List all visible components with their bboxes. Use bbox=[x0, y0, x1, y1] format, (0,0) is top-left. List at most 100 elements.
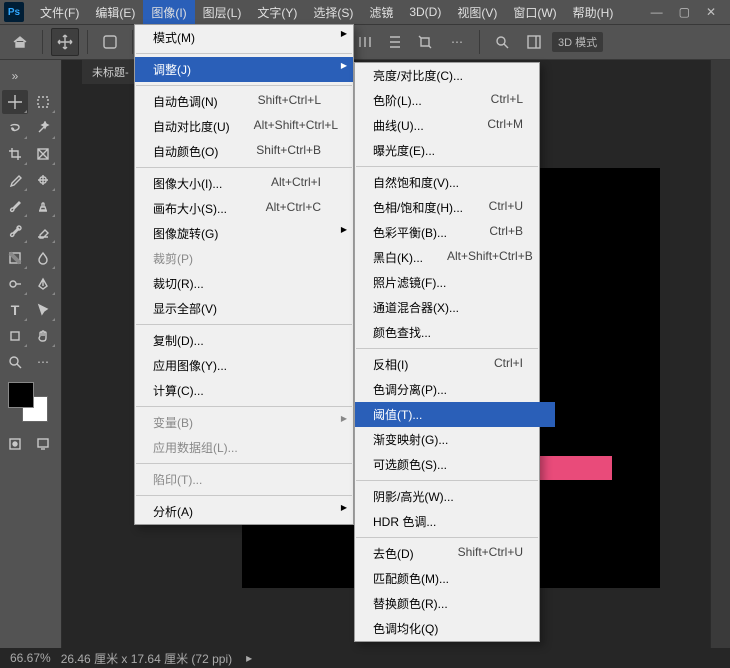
dist-spacing-icon[interactable] bbox=[411, 28, 439, 56]
more-options-icon[interactable]: ⋯ bbox=[443, 28, 471, 56]
image-menu-item-15[interactable]: 复制(D)... bbox=[135, 328, 353, 353]
image-menu-item-11: 裁剪(P) bbox=[135, 246, 353, 271]
adjust-menu-item-9[interactable]: 照片滤镜(F)... bbox=[355, 270, 555, 295]
options-toolbar: ⋯ 3D 模式 bbox=[0, 24, 730, 60]
wand-tool[interactable] bbox=[30, 116, 56, 140]
shape-tool[interactable] bbox=[2, 324, 28, 348]
move-tool[interactable] bbox=[2, 90, 28, 114]
image-menu-item-24[interactable]: 分析(A)▶ bbox=[135, 499, 353, 524]
adjust-menu-item-10[interactable]: 通道混合器(X)... bbox=[355, 295, 555, 320]
eraser-tool[interactable] bbox=[30, 220, 56, 244]
move-tool-icon[interactable] bbox=[51, 28, 79, 56]
dist-h-icon[interactable] bbox=[351, 28, 379, 56]
image-menu-item-2[interactable]: 调整(J)▶ bbox=[135, 57, 353, 82]
home-button[interactable] bbox=[6, 28, 34, 56]
menu-image[interactable]: 图像(I) bbox=[143, 0, 194, 25]
adjust-menu-item-17[interactable]: 可选颜色(S)... bbox=[355, 452, 555, 477]
adjust-menu-item-0[interactable]: 亮度/对比度(C)... bbox=[355, 63, 555, 88]
path-select-tool[interactable] bbox=[30, 298, 56, 322]
close-button[interactable]: ✕ bbox=[706, 5, 716, 19]
menu-layer[interactable]: 图层(L) bbox=[195, 0, 250, 25]
brush-tool[interactable] bbox=[2, 194, 28, 218]
image-menu-item-20: 应用数据组(L)... bbox=[135, 435, 353, 460]
menu-text[interactable]: 文字(Y) bbox=[249, 0, 305, 25]
zoom-tool[interactable] bbox=[2, 350, 28, 374]
menu-file[interactable]: 文件(F) bbox=[32, 0, 87, 25]
adjust-menu-item-20[interactable]: HDR 色调... bbox=[355, 509, 555, 534]
menu-help[interactable]: 帮助(H) bbox=[565, 0, 622, 25]
gradient-tool[interactable] bbox=[2, 246, 28, 270]
image-menu-item-17[interactable]: 计算(C)... bbox=[135, 378, 353, 403]
adjust-menu-item-15[interactable]: 阈值(T)... bbox=[355, 402, 555, 427]
zoom-level[interactable]: 66.67% bbox=[10, 651, 51, 665]
image-menu-item-0[interactable]: 模式(M)▶ bbox=[135, 25, 353, 50]
adjust-menu-item-16[interactable]: 渐变映射(G)... bbox=[355, 427, 555, 452]
history-brush-tool[interactable] bbox=[2, 220, 28, 244]
hand-tool[interactable] bbox=[30, 324, 56, 348]
marquee-tool[interactable] bbox=[30, 90, 56, 114]
image-menu-item-22: 陷印(T)... bbox=[135, 467, 353, 492]
pen-tool[interactable] bbox=[30, 272, 56, 296]
edit-toolbar-icon[interactable]: ⋯ bbox=[30, 350, 56, 374]
foreground-swatch[interactable] bbox=[8, 382, 34, 408]
adjust-menu-item-6[interactable]: 色相/饱和度(H)...Ctrl+U bbox=[355, 195, 555, 220]
type-tool[interactable]: T bbox=[2, 298, 28, 322]
adjust-menu-item-1[interactable]: 色阶(L)...Ctrl+L bbox=[355, 88, 555, 113]
adjust-menu-item-14[interactable]: 色调分离(P)... bbox=[355, 377, 555, 402]
search-icon[interactable] bbox=[488, 28, 516, 56]
blur-tool[interactable] bbox=[30, 246, 56, 270]
doc-dimensions: 26.46 厘米 x 17.64 厘米 (72 ppi) bbox=[61, 650, 232, 667]
document-tab[interactable]: 未标题- bbox=[82, 60, 139, 84]
image-menu-item-16[interactable]: 应用图像(Y)... bbox=[135, 353, 353, 378]
right-panels-collapsed[interactable] bbox=[710, 60, 730, 648]
menu-3d[interactable]: 3D(D) bbox=[401, 1, 449, 23]
maximize-button[interactable]: ▢ bbox=[679, 5, 690, 19]
image-menu-item-9[interactable]: 画布大小(S)...Alt+Ctrl+C bbox=[135, 196, 353, 221]
adjust-menu-item-5[interactable]: 自然饱和度(V)... bbox=[355, 170, 555, 195]
menu-edit[interactable]: 编辑(E) bbox=[87, 0, 143, 25]
menubar: Ps 文件(F) 编辑(E) 图像(I) 图层(L) 文字(Y) 选择(S) 滤… bbox=[0, 0, 730, 24]
image-menu-item-12[interactable]: 裁切(R)... bbox=[135, 271, 353, 296]
image-menu-item-6[interactable]: 自动颜色(O)Shift+Ctrl+B bbox=[135, 139, 353, 164]
color-swatches[interactable] bbox=[8, 382, 52, 426]
minimize-button[interactable]: — bbox=[651, 5, 663, 19]
screenmode-icon[interactable] bbox=[30, 432, 56, 456]
3d-mode-label[interactable]: 3D 模式 bbox=[552, 32, 603, 52]
workspace-icon[interactable] bbox=[520, 28, 548, 56]
adjust-menu-item-7[interactable]: 色彩平衡(B)...Ctrl+B bbox=[355, 220, 555, 245]
adjust-menu-item-25[interactable]: 色调均化(Q) bbox=[355, 616, 555, 641]
healing-tool[interactable] bbox=[30, 168, 56, 192]
adjustments-submenu: 亮度/对比度(C)...色阶(L)...Ctrl+L曲线(U)...Ctrl+M… bbox=[354, 62, 540, 642]
adjust-menu-item-19[interactable]: 阴影/高光(W)... bbox=[355, 484, 555, 509]
adjust-menu-item-23[interactable]: 匹配颜色(M)... bbox=[355, 566, 555, 591]
adjust-menu-item-3[interactable]: 曝光度(E)... bbox=[355, 138, 555, 163]
lasso-tool[interactable] bbox=[2, 116, 28, 140]
adjust-menu-item-2[interactable]: 曲线(U)...Ctrl+M bbox=[355, 113, 555, 138]
quickmask-icon[interactable] bbox=[2, 432, 28, 456]
image-menu-item-19: 变量(B)▶ bbox=[135, 410, 353, 435]
image-menu-item-5[interactable]: 自动对比度(U)Alt+Shift+Ctrl+L bbox=[135, 114, 353, 139]
app-logo: Ps bbox=[4, 2, 24, 22]
image-menu-item-8[interactable]: 图像大小(I)...Alt+Ctrl+I bbox=[135, 171, 353, 196]
adjust-menu-item-8[interactable]: 黑白(K)...Alt+Shift+Ctrl+B bbox=[355, 245, 555, 270]
eyedropper-tool[interactable] bbox=[2, 168, 28, 192]
adjust-menu-item-22[interactable]: 去色(D)Shift+Ctrl+U bbox=[355, 541, 555, 566]
panel-collapse-icon[interactable]: » bbox=[2, 64, 28, 88]
menu-window[interactable]: 窗口(W) bbox=[505, 0, 564, 25]
adjust-menu-item-11[interactable]: 颜色查找... bbox=[355, 320, 555, 345]
frame-tool[interactable] bbox=[30, 142, 56, 166]
adjust-menu-item-24[interactable]: 替换颜色(R)... bbox=[355, 591, 555, 616]
distribute-group bbox=[351, 28, 439, 56]
stamp-tool[interactable] bbox=[30, 194, 56, 218]
menu-select[interactable]: 选择(S) bbox=[305, 0, 361, 25]
crop-tool[interactable] bbox=[2, 142, 28, 166]
dist-v-icon[interactable] bbox=[381, 28, 409, 56]
dodge-tool[interactable] bbox=[2, 272, 28, 296]
image-menu-item-4[interactable]: 自动色调(N)Shift+Ctrl+L bbox=[135, 89, 353, 114]
image-menu-item-10[interactable]: 图像旋转(G)▶ bbox=[135, 221, 353, 246]
auto-select-checkbox[interactable] bbox=[96, 28, 124, 56]
menu-filter[interactable]: 滤镜 bbox=[361, 0, 401, 25]
menu-view[interactable]: 视图(V) bbox=[449, 0, 505, 25]
adjust-menu-item-13[interactable]: 反相(I)Ctrl+I bbox=[355, 352, 555, 377]
image-menu-item-13[interactable]: 显示全部(V) bbox=[135, 296, 353, 321]
